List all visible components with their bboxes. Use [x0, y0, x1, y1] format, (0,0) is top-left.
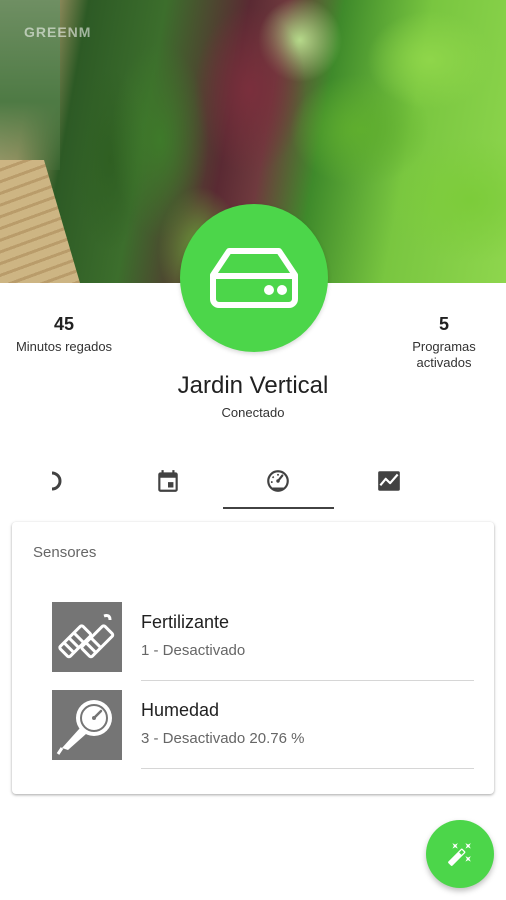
sensor-item-humidity[interactable]: Humedad 3 - Desactivado 20.76 %: [52, 690, 474, 776]
sensor-item-fertilizer[interactable]: Fertilizante 1 - Desactivado: [52, 602, 474, 688]
sensor-desc: 1 - Desactivado: [141, 642, 246, 659]
sensor-name: Humedad: [141, 700, 220, 720]
sensor-name: Fertilizante: [141, 612, 230, 632]
fertilizer-icon: [58, 614, 115, 659]
tab-charts[interactable]: [334, 455, 444, 507]
stat-active-programs: 5 Programas activados: [384, 314, 504, 371]
chart-icon: [378, 471, 400, 491]
calendar-icon: [158, 470, 178, 492]
device-avatar: [180, 204, 328, 352]
sensor-thumb: [52, 602, 122, 672]
device-status: Conectado: [221, 405, 285, 420]
tab-info[interactable]: [5, 455, 115, 507]
sensors-card: Sensores Fertilizante 1 - Desactivado Hu…: [12, 522, 494, 794]
speedometer-icon: [267, 470, 289, 492]
tab-sensors[interactable]: [223, 455, 333, 507]
magic-wand-button[interactable]: [426, 820, 494, 888]
divider: [141, 768, 474, 769]
sensor-thumb: [52, 690, 122, 760]
tab-selected-indicator: [223, 507, 334, 509]
sensor-desc: 3 - Desactivado 20.76 %: [141, 730, 305, 747]
hard-drive-icon: [210, 248, 298, 308]
tab-bar: [0, 455, 506, 511]
stat-programs-label-line2: activados: [416, 355, 472, 370]
stat-minutes-label: Minutos regados: [15, 339, 113, 354]
stat-minutes-value: 45: [53, 314, 75, 334]
photo-path: [0, 160, 80, 283]
humidity-gauge-icon: [56, 700, 112, 755]
stat-minutes-watered: 45 Minutos regados: [4, 314, 124, 355]
stat-programs-label-line1: Programas: [412, 339, 476, 354]
device-name: Jardin Vertical: [177, 372, 329, 399]
brand-watermark: GREENM: [24, 24, 92, 40]
magic-wand-icon: [448, 843, 471, 866]
tab-calendar[interactable]: [113, 455, 223, 507]
info-icon: [51, 471, 62, 491]
card-title: Sensores: [33, 544, 97, 561]
divider: [141, 680, 474, 681]
stat-programs-value: 5: [438, 314, 449, 334]
